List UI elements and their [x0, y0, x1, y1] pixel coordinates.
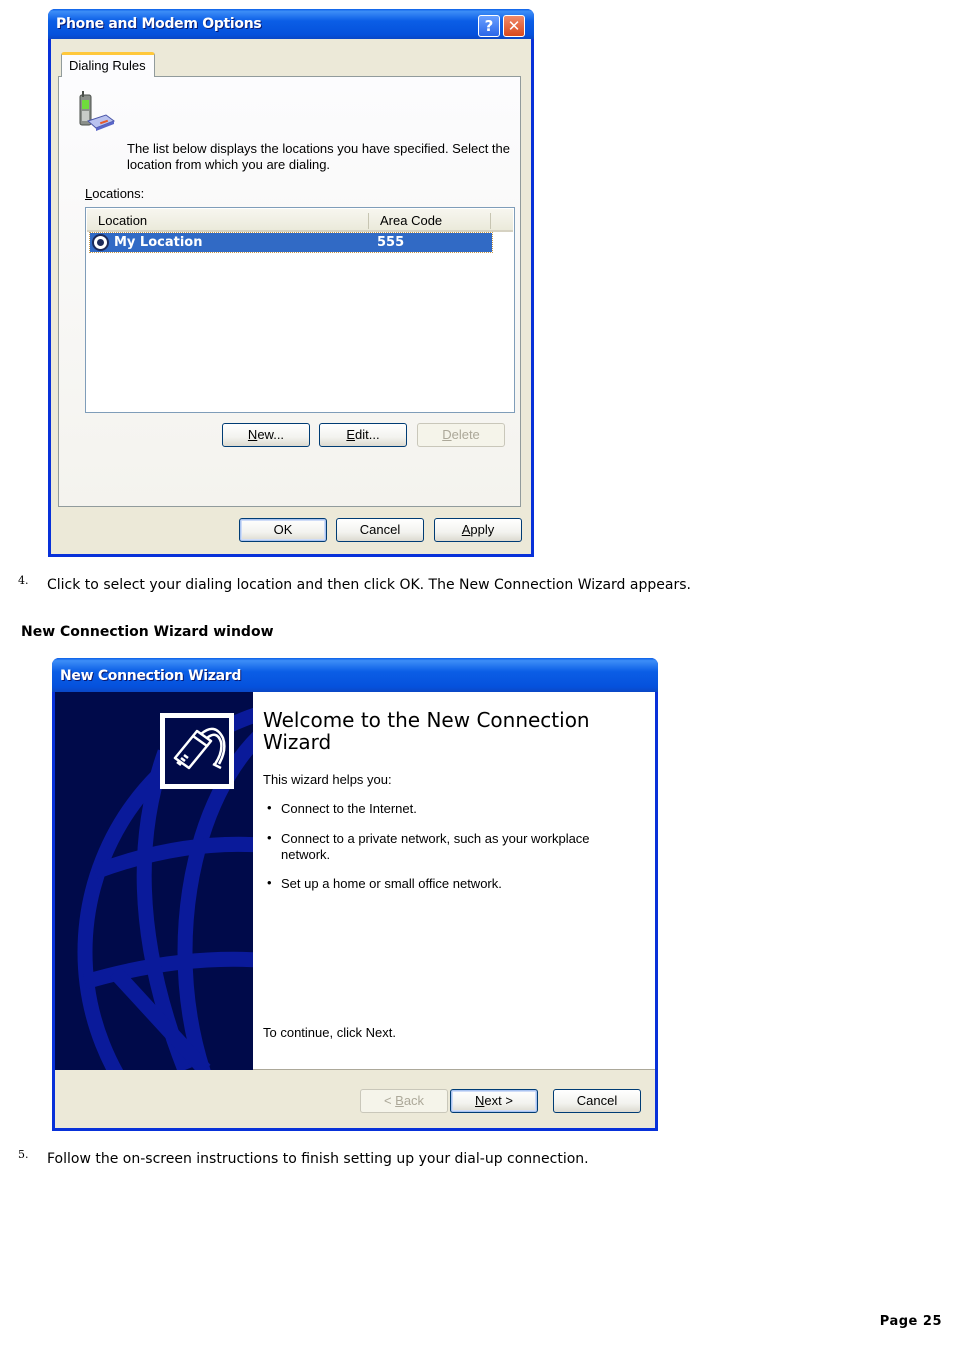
- dialog-body: Dialing Rules The list below displays th…: [51, 39, 531, 554]
- step-number: 5.: [18, 1148, 29, 1161]
- locations-label: Locations:: [85, 186, 145, 201]
- bullet-icon: •: [267, 875, 272, 890]
- bullet-icon: •: [267, 830, 272, 845]
- wizard-icon-frame: [160, 713, 234, 789]
- phone-modem-icon: [79, 91, 116, 131]
- bullet-item: Connect to a private network, such as yo…: [281, 831, 590, 862]
- close-button[interactable]: ✕: [503, 15, 525, 37]
- title-bar[interactable]: New Connection Wizard: [52, 658, 658, 692]
- ok-button[interactable]: OK: [239, 518, 327, 542]
- column-header-location[interactable]: Location: [98, 213, 147, 228]
- column-divider[interactable]: [490, 213, 491, 229]
- help-icon: ?: [484, 17, 494, 35]
- list-row[interactable]: My Location 555: [89, 232, 493, 253]
- wizard-title: New Connection Wizard: [60, 668, 242, 684]
- help-button[interactable]: ?: [478, 15, 500, 37]
- column-divider[interactable]: [368, 213, 369, 229]
- apply-button[interactable]: Apply: [434, 518, 522, 542]
- page-number: Page 25: [879, 1314, 942, 1329]
- close-icon: ✕: [507, 17, 521, 35]
- step-text: Follow the on-screen instructions to fin…: [47, 1151, 589, 1167]
- cancel-button[interactable]: Cancel: [336, 518, 424, 542]
- wizard-side-panel: [55, 692, 253, 1070]
- cancel-button[interactable]: Cancel: [553, 1089, 641, 1113]
- phone-modem-options-dialog: Phone and Modem Options ? ✕ Dialing Rule…: [48, 9, 534, 557]
- tab-panel: The list below displays the locations yo…: [58, 76, 521, 507]
- list-header: Location Area Code: [87, 209, 513, 232]
- continue-text: To continue, click Next.: [263, 1025, 396, 1040]
- new-button[interactable]: New...: [222, 423, 310, 447]
- step-number: 4.: [18, 574, 29, 587]
- section-heading: New Connection Wizard window: [21, 624, 274, 640]
- tab-dialing-rules[interactable]: Dialing Rules: [61, 52, 155, 77]
- step-text: Click to select your dialing location an…: [47, 577, 691, 593]
- next-button[interactable]: Next >: [450, 1089, 538, 1113]
- new-connection-wizard-window: New Connection Wizard Welcome to the New…: [52, 658, 658, 1131]
- wizard-content-panel: Welcome to the New Connection Wizard Thi…: [253, 692, 655, 1070]
- bullet-item: Set up a home or small office network.: [281, 876, 502, 891]
- bullet-item: Connect to the Internet.: [281, 801, 417, 816]
- intro-text: This wizard helps you:: [263, 772, 392, 787]
- row-area-code: 555: [377, 235, 405, 250]
- back-button[interactable]: < Back: [360, 1089, 448, 1113]
- title-bar[interactable]: Phone and Modem Options ? ✕: [48, 9, 534, 39]
- column-header-area-code[interactable]: Area Code: [380, 213, 442, 228]
- locations-list[interactable]: Location Area Code My Location 555: [85, 207, 515, 413]
- description-text: The list below displays the locations yo…: [127, 141, 510, 172]
- network-cable-icon: [173, 727, 226, 770]
- radio-selected-icon: [92, 234, 109, 251]
- welcome-heading: Welcome to the New Connection Wizard: [263, 708, 590, 754]
- delete-button[interactable]: Delete: [417, 423, 505, 447]
- bullet-icon: •: [267, 800, 272, 815]
- dialog-title: Phone and Modem Options: [56, 16, 262, 32]
- row-location: My Location: [114, 235, 203, 250]
- edit-button[interactable]: Edit...: [319, 423, 407, 447]
